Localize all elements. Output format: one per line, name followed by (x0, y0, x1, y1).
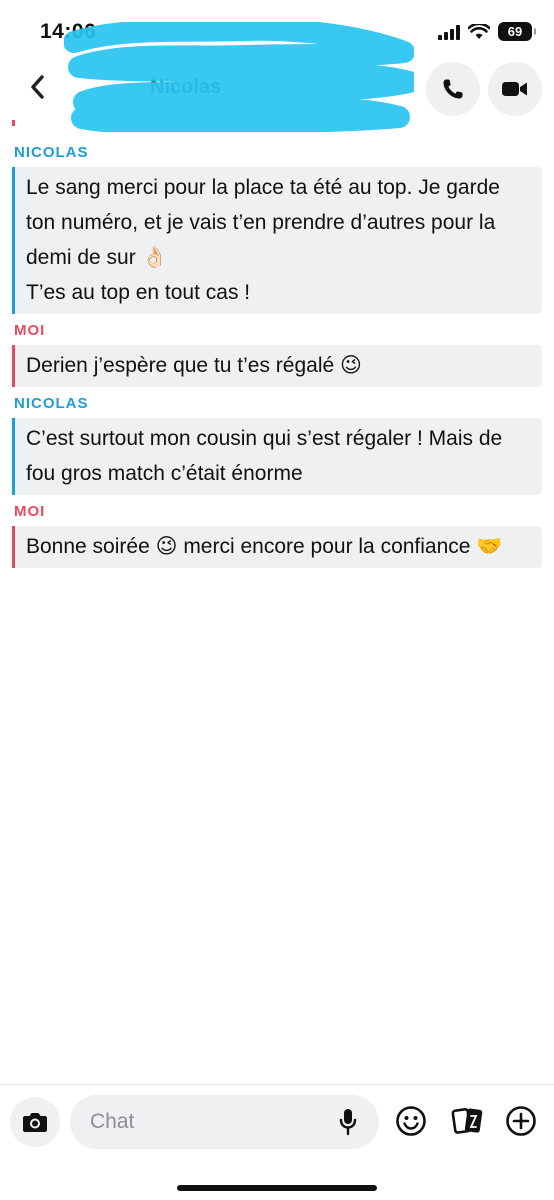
message-bubble[interactable]: Le sang merci pour la place ta été au to… (12, 167, 542, 314)
message-bubble[interactable]: Derien j’espère que tu t’es régalé 😉 (12, 345, 542, 387)
plus-circle-icon (506, 1106, 536, 1136)
message-group: NICOLAS Le sang merci pour la place ta é… (12, 144, 542, 314)
camera-icon (23, 1113, 47, 1132)
redaction-scribble (64, 22, 414, 132)
message-text: Derien j’espère que tu t’es régalé 😉 (26, 354, 362, 377)
message-list: NICOLAS Le sang merci pour la place ta é… (0, 144, 554, 576)
battery-icon: 69 (498, 22, 536, 41)
video-call-button[interactable] (488, 62, 542, 116)
message-group: MOI Derien j’espère que tu t’es régalé 😉 (12, 322, 542, 387)
message-bubble[interactable]: Bonne soirée 😉 merci encore pour la conf… (12, 526, 542, 568)
microphone-icon[interactable] (338, 1107, 358, 1137)
sender-label: MOI (14, 322, 46, 339)
camera-button[interactable] (10, 1097, 60, 1147)
sticker-button[interactable] (393, 1103, 429, 1139)
battery-level: 69 (507, 24, 523, 39)
message-bubble[interactable]: C’est surtout mon cousin qui s’est régal… (12, 418, 542, 495)
message-text: Bonne soirée 😉 merci encore pour la conf… (26, 535, 503, 558)
message-group: NICOLAS C’est surtout mon cousin qui s’e… (12, 395, 542, 495)
cards-button[interactable] (450, 1103, 486, 1139)
add-button[interactable] (503, 1103, 539, 1139)
chat-input[interactable] (70, 1095, 379, 1149)
message-text: Le sang merci pour la place ta été au to… (26, 176, 500, 304)
video-camera-icon (502, 82, 527, 96)
sender-label: NICOLAS (14, 144, 89, 161)
message-text: C’est surtout mon cousin qui s’est régal… (26, 427, 509, 485)
status-indicators: 69 (438, 22, 536, 41)
phone-icon (443, 79, 463, 99)
back-button[interactable] (22, 72, 52, 102)
sender-label: NICOLAS (14, 395, 89, 412)
wifi-icon (468, 23, 490, 39)
cellular-signal-icon (438, 24, 460, 40)
message-group: MOI Bonne soirée 😉 merci encore pour la … (12, 503, 542, 568)
chat-header: Nicolas (0, 22, 554, 132)
smiley-icon (396, 1106, 426, 1136)
call-button[interactable] (426, 62, 480, 116)
chevron-left-icon (31, 75, 44, 99)
cards-icon (451, 1108, 483, 1134)
home-indicator (177, 1185, 377, 1191)
header-divider (0, 120, 554, 126)
composer-bar (0, 1084, 554, 1200)
sender-label: MOI (14, 503, 46, 520)
